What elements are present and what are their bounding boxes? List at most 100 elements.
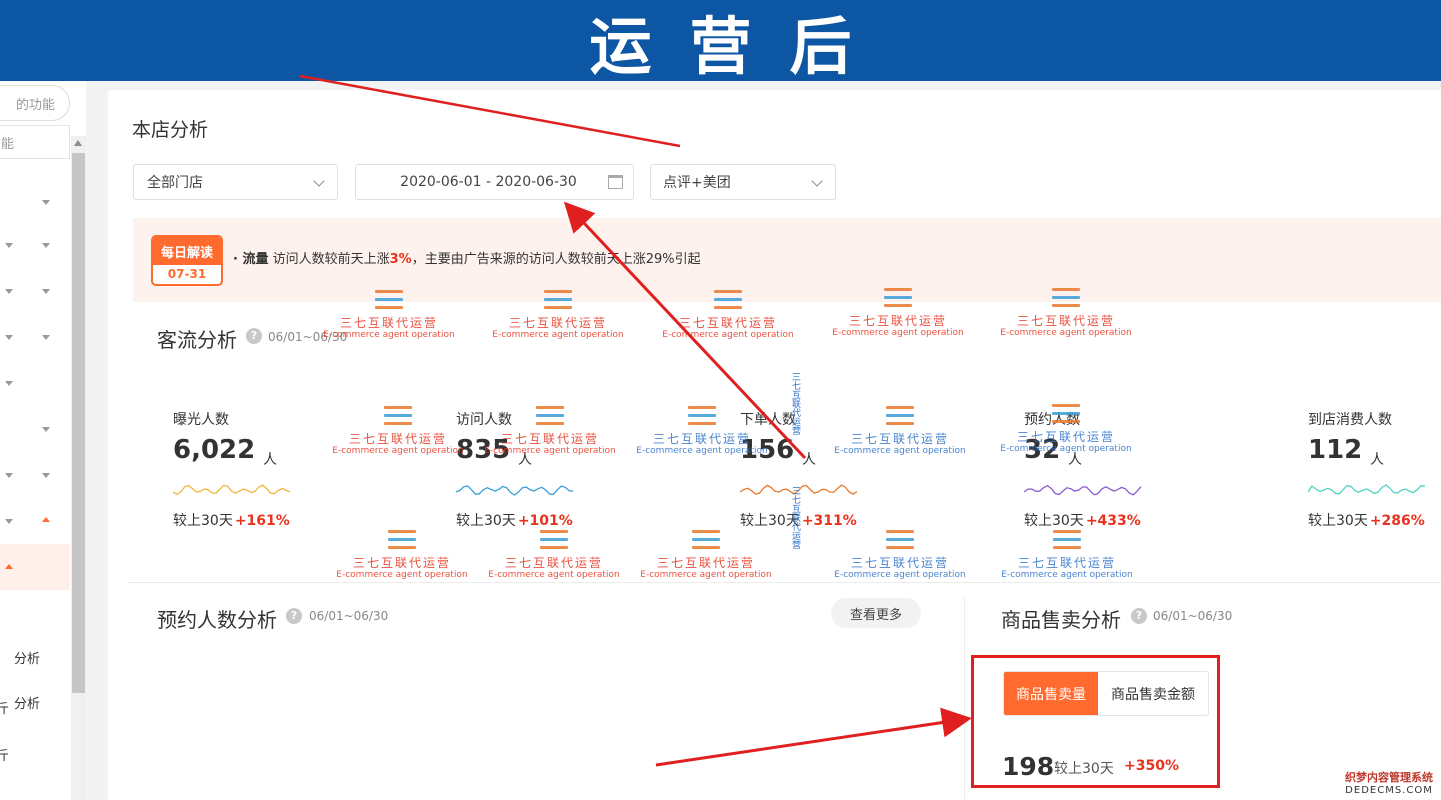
watermark: 三七互联代运营 E-commerce agent operation <box>998 286 1134 338</box>
metric-compare: 较上30天 +433% <box>1024 510 1141 530</box>
sidebar-caret-icon[interactable] <box>5 519 13 524</box>
help-icon[interactable]: ? <box>1131 608 1147 624</box>
sidebar-caret-icon[interactable] <box>5 289 13 294</box>
store-select[interactable]: 全部门店 <box>133 164 338 200</box>
page-title: 本店分析 <box>132 119 209 141</box>
metric-unit: 人 <box>263 452 277 468</box>
scroll-up-icon[interactable] <box>74 140 82 146</box>
sales-compare-label: 较上30天 <box>1054 761 1114 777</box>
watermark-en: E-commerce agent operation <box>488 570 620 580</box>
sidebar-caret-icon[interactable] <box>5 381 13 386</box>
watermark-cn: 三七互联代运营 <box>1017 556 1116 570</box>
daily-badge: 每日解读 07-31 <box>151 235 223 286</box>
watermark: 三七互联代运营 E-commerce agent operation <box>482 404 618 456</box>
daily-text-b: ，主要由广告来源的访问人数较前天上涨29%引起 <box>411 252 701 267</box>
sidebar-search[interactable]: 能 <box>0 125 70 159</box>
platform-select[interactable]: 点评+美团 <box>650 164 836 200</box>
sidebar-caret-icon[interactable] <box>5 243 13 248</box>
sidebar-caret-icon[interactable] <box>42 200 50 205</box>
column-divider <box>964 598 965 800</box>
sidebar-caret-up-icon[interactable] <box>42 517 50 522</box>
watermark-cn: 三七互联代运营 <box>848 314 947 328</box>
help-icon[interactable]: ? <box>246 328 262 344</box>
sales-value: 198 <box>1002 752 1055 781</box>
watermark-cn: 三七互联代运营 <box>508 316 607 330</box>
watermark-cn: 三七互联代运营 <box>504 556 603 570</box>
sidebar-item-label[interactable]: 分析 <box>14 648 40 667</box>
booking-date: 06/01~06/30 <box>309 609 389 623</box>
watermark-cn: 三七互联代运营 <box>652 432 751 446</box>
sales-date: 06/01~06/30 <box>1153 609 1233 623</box>
sidebar-caret-icon[interactable] <box>42 335 50 340</box>
watermark-logo-icon <box>883 528 917 552</box>
traffic-section-title: 客流分析 <box>157 328 237 352</box>
help-icon[interactable]: ? <box>286 608 302 624</box>
view-more-button[interactable]: 查看更多 <box>831 598 921 628</box>
metric-compare-label: 较上30天 <box>1024 513 1084 529</box>
tab-sales-quantity[interactable]: 商品售卖量 <box>1004 672 1098 715</box>
sidebar-caret-icon[interactable] <box>42 473 50 478</box>
sparkline <box>173 484 291 496</box>
sales-section-title: 商品售卖分析 <box>1001 608 1121 632</box>
metric-change: +433% <box>1085 513 1141 529</box>
store-select-value: 全部门店 <box>147 175 203 191</box>
metric-change: +161% <box>234 513 290 529</box>
watermark-en: E-commerce agent operation <box>484 446 616 456</box>
watermark-vertical: 三七互联代运营 <box>790 372 800 435</box>
sidebar-feature-button[interactable]: 的功能 <box>0 85 70 121</box>
calendar-icon <box>608 175 623 189</box>
watermark-en: E-commerce agent operation <box>1000 444 1132 454</box>
metric-label: 曝光人数 <box>173 412 229 428</box>
metric-label: 到店消费人数 <box>1308 412 1392 428</box>
sidebar-caret-icon[interactable] <box>5 473 13 478</box>
sidebar-item-label[interactable]: 斤 <box>0 745 9 764</box>
daily-insight-text: · 流量 访问人数较前天上涨3%，主要由广告来源的访问人数较前天上涨29%引起 <box>233 248 701 267</box>
watermark: 三七互联代运营 E-commerce agent operation <box>832 404 968 456</box>
watermark-en: E-commerce agent operation <box>834 446 966 456</box>
tab-sales-amount[interactable]: 商品售卖金额 <box>1098 672 1208 715</box>
banner-title: 运营后 <box>589 9 890 83</box>
metric-change: +101% <box>517 513 573 529</box>
metric-compare: 较上30天 +101% <box>456 510 573 530</box>
date-range-picker[interactable]: 2020-06-01 - 2020-06-30 <box>355 164 634 200</box>
scrollbar-thumb[interactable] <box>72 153 85 693</box>
booking-section-title: 预约人数分析 <box>157 608 277 632</box>
watermark-cn: 三七互联代运营 <box>1016 430 1115 444</box>
sidebar: 的功能 能 分析 分析 斤 斤 <box>0 81 86 800</box>
watermark-cn: 三七互联代运营 <box>352 556 451 570</box>
watermark: 三七互联代运营 E-commerce agent operation <box>490 288 626 340</box>
watermark-logo-icon <box>883 404 917 428</box>
metric-compare-label: 较上30天 <box>456 513 516 529</box>
watermark: 三七互联代运营 E-commerce agent operation <box>660 288 796 340</box>
watermark-logo-icon <box>1049 402 1083 426</box>
sidebar-caret-icon[interactable] <box>42 427 50 432</box>
sidebar-caret-icon[interactable] <box>5 335 13 340</box>
sales-tab-group: 商品售卖量 商品售卖金额 <box>1003 671 1209 716</box>
watermark: 三七互联代运营 E-commerce agent operation <box>998 402 1134 454</box>
sparkline <box>1308 484 1426 495</box>
daily-pct: 3% <box>389 252 412 267</box>
watermark-en: E-commerce agent operation <box>640 570 772 580</box>
watermark-cn: 三七互联代运营 <box>850 432 949 446</box>
sidebar-scrollbar[interactable] <box>71 136 86 800</box>
watermark-logo-icon <box>385 528 419 552</box>
sidebar-caret-icon[interactable] <box>42 243 50 248</box>
metric-compare: 较上30天 +286% <box>1308 510 1425 530</box>
watermark: 三七互联代运营 E-commerce agent operation <box>486 528 622 580</box>
daily-badge-date: 07-31 <box>167 267 207 281</box>
corner-watermark: 织梦内容管理系统 DEDECMS.COM <box>1345 769 1433 796</box>
section-divider <box>128 582 1441 583</box>
sidebar-caret-up-icon[interactable] <box>5 564 13 569</box>
sparkline <box>456 485 574 496</box>
daily-badge-title: 每日解读 <box>153 237 221 265</box>
sidebar-item-label[interactable]: 分析 <box>14 693 40 712</box>
watermark-en: E-commerce agent operation <box>1000 328 1132 338</box>
sidebar-caret-icon[interactable] <box>42 289 50 294</box>
watermark: 三七互联代运营 E-commerce agent operation <box>334 528 470 580</box>
watermark-en: E-commerce agent operation <box>662 330 794 340</box>
top-banner: 运营后 <box>0 0 1441 83</box>
watermark-logo-icon <box>689 528 723 552</box>
sidebar-item-label[interactable]: 斤 <box>0 698 9 717</box>
watermark-en: E-commerce agent operation <box>834 570 966 580</box>
metric-change: +286% <box>1369 513 1425 529</box>
